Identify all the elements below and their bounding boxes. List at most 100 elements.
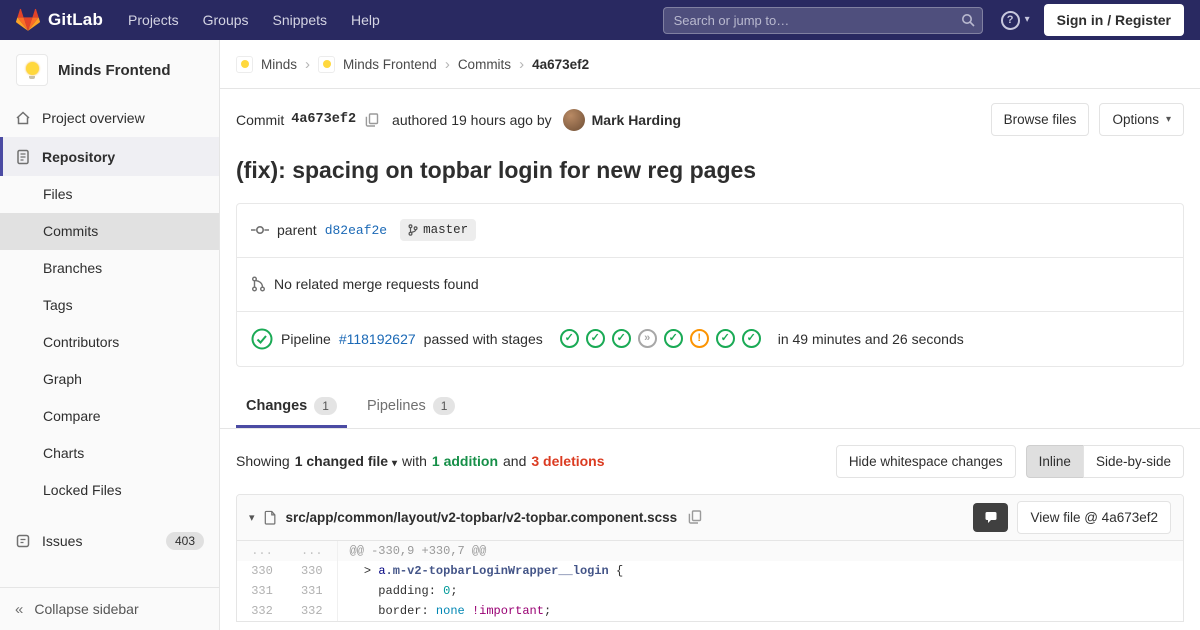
old-line-number[interactable]: 331 — [237, 580, 287, 601]
pipeline-stage-icon[interactable]: ✓ — [585, 329, 605, 349]
hunk-header-text: @@ -330,9 +330,7 @@ — [337, 540, 1183, 561]
search-input[interactable] — [662, 6, 983, 34]
breadcrumb-commits[interactable]: Commits — [458, 57, 511, 72]
diff-line-332: 332 332 border: none !important; — [237, 600, 1183, 621]
hide-whitespace-button[interactable]: Hide whitespace changes — [835, 444, 1016, 478]
sidebar-item-files[interactable]: Files — [0, 176, 219, 213]
pipeline-stage-icon[interactable]: ✓ — [741, 329, 761, 349]
tanuki-icon — [16, 8, 40, 31]
old-line-number[interactable]: 330 — [237, 560, 287, 581]
diff-file-path[interactable]: src/app/common/layout/v2-topbar/v2-topba… — [286, 510, 678, 525]
tab-changes[interactable]: Changes 1 — [236, 383, 347, 428]
caret-down-icon: ▾ — [1165, 113, 1171, 125]
sidebar-item-issues[interactable]: Issues 403 — [0, 521, 219, 560]
breadcrumb-minds[interactable]: Minds — [261, 57, 297, 72]
pipeline-stage-icon[interactable]: ✓ — [611, 329, 631, 349]
help-dropdown[interactable]: ? ▾ — [1000, 10, 1030, 30]
repository-icon — [17, 149, 29, 164]
commit-icon — [251, 226, 269, 235]
old-line-number[interactable]: 332 — [237, 600, 287, 621]
pipeline-label: Pipeline — [281, 330, 331, 347]
tab-changes-label: Changes — [246, 397, 308, 414]
pipeline-status-text: passed with stages — [423, 330, 543, 347]
lightbulb-icon — [322, 60, 331, 68]
author-avatar[interactable] — [562, 108, 585, 131]
branch-badge[interactable]: master — [400, 219, 477, 242]
nav-help[interactable]: Help — [340, 6, 391, 34]
view-file-button[interactable]: View file @ 4a673ef2 — [1017, 500, 1171, 534]
copy-file-path-button[interactable] — [686, 508, 704, 526]
collapse-sidebar-button[interactable]: « Collapse sidebar — [0, 587, 219, 630]
parent-row: parent d82eaf2e master — [237, 204, 1183, 258]
pipeline-mini-graph: ✓ ✓ ✓ » ✓ ! ✓ ✓ — [559, 329, 761, 349]
repository-subnav: Files Commits Branches Tags Contributors… — [0, 176, 219, 509]
breadcrumb-current-sha: 4a673ef2 — [532, 56, 590, 72]
search-icon[interactable] — [961, 13, 975, 30]
nav-projects[interactable]: Projects — [117, 6, 190, 34]
sidebar-item-graph[interactable]: Graph — [0, 361, 219, 398]
view-file-label: View file @ 4a673ef2 — [1030, 509, 1158, 525]
commit-sha: 4a673ef2 — [291, 112, 357, 127]
project-header[interactable]: Minds Frontend — [0, 40, 219, 98]
pipeline-stage-icon[interactable]: » — [637, 329, 657, 349]
tab-pipelines[interactable]: Pipelines 1 — [357, 383, 466, 428]
sidebar-item-compare[interactable]: Compare — [0, 398, 219, 435]
project-avatar-mini — [318, 55, 336, 73]
sidebar-item-label: Repository — [42, 148, 116, 165]
code-token: ; — [450, 583, 458, 598]
diff-line-330: 330 330 > a.m-v2-topbarLoginWrapper__log… — [237, 560, 1183, 581]
collapse-file-caret-icon[interactable]: ▾ — [249, 511, 255, 524]
tab-pipelines-label: Pipelines — [366, 397, 426, 414]
sidebar-item-contributors[interactable]: Contributors — [0, 324, 219, 361]
new-line-number[interactable]: 330 — [287, 560, 338, 581]
home-icon — [16, 110, 30, 124]
pipelines-count-badge: 1 — [432, 396, 456, 415]
options-label: Options — [1112, 112, 1159, 127]
pipeline-stage-icon[interactable]: ! — [689, 329, 709, 349]
new-line-number[interactable]: 331 — [287, 580, 338, 601]
sidebar-item-project-overview[interactable]: Project overview — [0, 98, 219, 137]
code-token: > — [349, 563, 379, 578]
changed-files-dropdown[interactable]: 1 changed file ▾ — [295, 453, 397, 469]
sidebar-item-commits[interactable]: Commits — [0, 213, 219, 250]
pipeline-stage-icon[interactable]: ✓ — [715, 329, 735, 349]
pipeline-status-icon[interactable] — [251, 328, 273, 350]
sidebar-item-label: Project overview — [42, 109, 145, 126]
sidebar-item-repository[interactable]: Repository — [0, 137, 219, 176]
merge-requests-row: No related merge requests found — [237, 258, 1183, 312]
sidebar-item-tags[interactable]: Tags — [0, 287, 219, 324]
project-name: Minds Frontend — [58, 61, 171, 79]
author-name[interactable]: Mark Harding — [592, 112, 681, 128]
nav-groups[interactable]: Groups — [192, 6, 260, 34]
authored-text: authored 19 hours ago by — [392, 111, 552, 128]
code-token: .m-v2-topbarLoginWrapper__login — [385, 563, 609, 578]
pipeline-id-link[interactable]: #118192627 — [339, 331, 416, 347]
collapse-icon: « — [15, 600, 24, 618]
gitlab-logo[interactable]: GitLab — [16, 8, 103, 32]
breadcrumb-minds-frontend[interactable]: Minds Frontend — [343, 57, 437, 72]
showing-label: Showing — [236, 453, 290, 470]
brand-wordmark: GitLab — [48, 10, 104, 29]
side-by-side-view-button[interactable]: Side-by-side — [1082, 444, 1184, 478]
sidebar-item-locked-files[interactable]: Locked Files — [0, 472, 219, 509]
and-label: and — [503, 453, 527, 470]
code-token: { — [608, 563, 624, 578]
sign-in-button[interactable]: Sign in / Register — [1043, 4, 1184, 36]
sidebar-item-branches[interactable]: Branches — [0, 250, 219, 287]
new-line-number[interactable]: 332 — [287, 600, 338, 621]
sidebar-item-charts[interactable]: Charts — [0, 435, 219, 472]
parent-label: parent — [277, 222, 317, 239]
toggle-comments-button[interactable] — [973, 502, 1009, 532]
inline-view-button[interactable]: Inline — [1025, 444, 1083, 478]
options-button[interactable]: Options ▾ — [1099, 103, 1184, 136]
side-by-side-label: Side-by-side — [1095, 453, 1171, 469]
copy-sha-button[interactable] — [363, 111, 381, 129]
pipeline-stage-icon[interactable]: ✓ — [663, 329, 683, 349]
nav-snippets[interactable]: Snippets — [262, 6, 338, 34]
old-line-number[interactable]: ... — [237, 540, 287, 561]
code-token: none — [435, 603, 465, 618]
parent-sha-link[interactable]: d82eaf2e — [325, 223, 387, 238]
new-line-number[interactable]: ... — [287, 540, 338, 561]
browse-files-button[interactable]: Browse files — [990, 103, 1090, 136]
pipeline-stage-icon[interactable]: ✓ — [559, 329, 579, 349]
